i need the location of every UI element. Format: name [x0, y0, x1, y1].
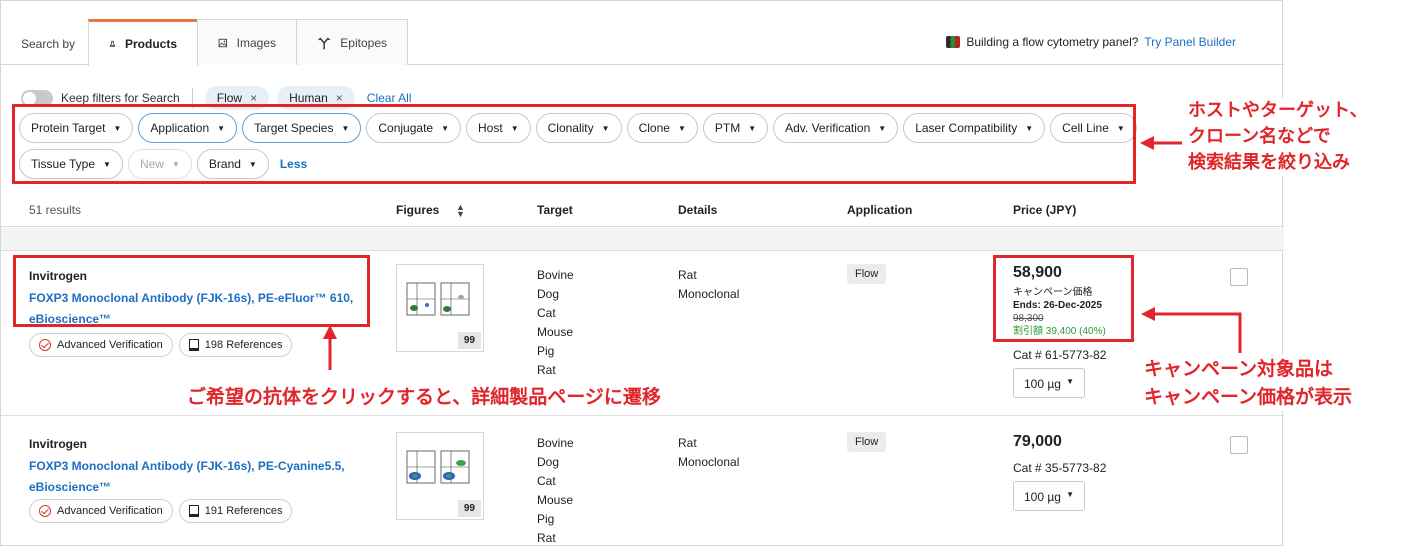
- filter-highlight-box: [12, 104, 1136, 184]
- flask-icon: [109, 40, 116, 47]
- column-application: Application: [847, 203, 913, 217]
- catalog-number: Cat # 35-5773-82: [1013, 461, 1107, 475]
- tab-images[interactable]: Images: [197, 19, 297, 65]
- promo-text: Building a flow cytometry panel?: [966, 35, 1139, 49]
- click-annotation: ご希望の抗体をクリックすると、詳細製品ページに遷移: [187, 386, 661, 408]
- application-badge: Flow: [847, 432, 887, 452]
- caret-down-icon: ▼: [1066, 377, 1074, 386]
- results-count: 51 results: [29, 203, 82, 217]
- tab-images-label: Images: [236, 35, 276, 50]
- flow-plot-image: [406, 282, 470, 316]
- filter-tag-label: Human: [289, 91, 328, 105]
- references-badge[interactable]: 191 References: [178, 499, 293, 523]
- quantity-value: 100 µg: [1024, 377, 1061, 391]
- column-details: Details: [678, 203, 718, 217]
- results-table-header: 51 results Figures ▲ ▼ Target Details App…: [1, 193, 1284, 227]
- target-item: Rat: [537, 531, 556, 545]
- search-by-label: Search by: [21, 37, 76, 51]
- advanced-verification-badge[interactable]: Advanced Verification: [29, 333, 173, 357]
- tab-epitopes-label: Epitopes: [340, 35, 387, 50]
- detail-item: Rat: [678, 436, 697, 450]
- target-item: Pig: [537, 344, 555, 358]
- target-item: Cat: [537, 474, 556, 488]
- product-name-link[interactable]: FOXP3 Monoclonal Antibody (FJK-16s), PE-…: [29, 456, 374, 498]
- panel-builder-promo: Building a flow cytometry panel? Try Pan…: [946, 35, 1236, 49]
- references-badge[interactable]: 198 References: [178, 333, 293, 357]
- catalog-number: Cat # 61-5773-82: [1013, 348, 1107, 362]
- annotation-line: ホストやターゲット、: [1188, 100, 1368, 121]
- bookmark-icon: [188, 339, 199, 351]
- target-item: Bovine: [537, 436, 574, 450]
- detail-item: Rat: [678, 268, 697, 282]
- badge-label: 198 References: [204, 339, 283, 351]
- column-price: Price (JPY): [1013, 203, 1077, 217]
- application-badge: Flow: [847, 264, 887, 284]
- target-item: Bovine: [537, 268, 574, 282]
- target-item: Pig: [537, 512, 555, 526]
- compare-checkbox[interactable]: [1230, 268, 1248, 286]
- divider: [1, 415, 1284, 416]
- quantity-select[interactable]: 100 µg ▼: [1013, 368, 1085, 398]
- check-circle-icon: [39, 505, 51, 517]
- panel-builder-link[interactable]: Try Panel Builder: [1144, 35, 1236, 49]
- product-badges: Advanced Verification 191 References: [29, 499, 293, 523]
- product-brand: Invitrogen: [29, 437, 88, 451]
- panel-builder-logo-icon: [946, 36, 961, 48]
- detail-item: Monoclonal: [678, 455, 740, 469]
- quantity-value: 100 µg: [1024, 490, 1061, 504]
- column-target: Target: [537, 203, 573, 217]
- target-item: Dog: [537, 287, 560, 301]
- antibody-icon: [318, 37, 331, 49]
- annotation-line: キャンペーン対象品は: [1144, 358, 1334, 380]
- product-name-highlight-box: [13, 255, 370, 327]
- tab-products-label: Products: [124, 37, 177, 51]
- figure-count: 99: [457, 500, 481, 517]
- advanced-verification-badge[interactable]: Advanced Verification: [29, 499, 173, 523]
- details-list: Rat Monoclonal: [678, 266, 739, 304]
- target-item: Rat: [537, 363, 556, 377]
- divider: [1, 250, 1284, 251]
- compare-checkbox[interactable]: [1230, 436, 1248, 454]
- target-species-list: Bovine Dog Cat Mouse Pig Rat: [537, 266, 574, 380]
- search-tab-bar: Search by Products Images Epitopes Build…: [1, 19, 1284, 66]
- tab-epitopes[interactable]: Epitopes: [296, 19, 408, 65]
- badge-label: 191 References: [204, 505, 283, 517]
- tab-products[interactable]: Products: [88, 19, 198, 66]
- check-circle-icon: [39, 339, 51, 351]
- filter-tag-label: Flow: [216, 91, 243, 105]
- row-spacer: [1, 228, 1284, 250]
- target-item: Cat: [537, 306, 556, 320]
- product-price: 79,000: [1013, 433, 1062, 450]
- price-highlight-box: [993, 255, 1134, 342]
- target-item: Mouse: [537, 325, 574, 339]
- close-icon[interactable]: ×: [250, 91, 257, 105]
- target-item: Mouse: [537, 493, 574, 507]
- badge-label: Advanced Verification: [57, 505, 163, 517]
- figure-thumbnail[interactable]: 99: [396, 264, 484, 352]
- target-item: Dog: [537, 455, 560, 469]
- clear-all-link[interactable]: Clear All: [367, 91, 412, 105]
- close-icon[interactable]: ×: [336, 91, 343, 105]
- details-list: Rat Monoclonal: [678, 434, 739, 472]
- sort-icon[interactable]: ▲ ▼: [456, 203, 465, 219]
- product-badges: Advanced Verification 198 References: [29, 333, 293, 357]
- caret-down-icon: ▼: [1066, 490, 1074, 499]
- bookmark-icon: [188, 505, 199, 517]
- annotation-line: 検索結果を絞り込み: [1188, 152, 1350, 173]
- figure-count: 99: [457, 332, 481, 349]
- quantity-select[interactable]: 100 µg ▼: [1013, 481, 1085, 511]
- figure-thumbnail[interactable]: 99: [396, 432, 484, 520]
- campaign-annotation: キャンペーン対象品は キャンペーン価格が表示: [1140, 355, 1357, 411]
- column-figures[interactable]: Figures: [396, 203, 439, 217]
- filter-annotation: ホストやターゲット、 クローン名などで 検索結果を絞り込み: [1186, 98, 1370, 176]
- badge-label: Advanced Verification: [57, 339, 163, 351]
- annotation-line: キャンペーン価格が表示: [1144, 386, 1353, 408]
- image-icon: [218, 38, 227, 47]
- flow-plot-image: [406, 450, 470, 484]
- target-species-list: Bovine Dog Cat Mouse Pig Rat: [537, 434, 574, 546]
- keep-filters-label: Keep filters for Search: [61, 91, 180, 105]
- detail-item: Monoclonal: [678, 287, 740, 301]
- annotation-line: クローン名などで: [1188, 126, 1331, 147]
